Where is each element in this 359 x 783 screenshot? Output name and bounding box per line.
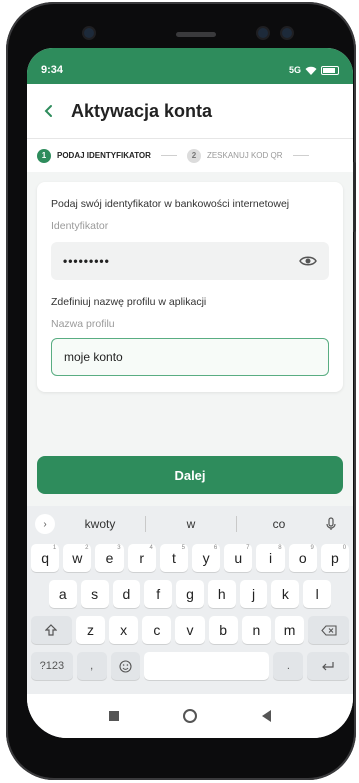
period-key[interactable]: .: [273, 652, 304, 680]
key[interactable]: p0: [320, 544, 350, 572]
status-icons: 5G: [289, 65, 339, 75]
profile-label: Nazwa profilu: [51, 318, 115, 330]
sensor-icon: [258, 28, 268, 38]
key[interactable]: e3: [95, 544, 124, 572]
identifier-input[interactable]: •••••••••: [51, 242, 329, 280]
sensor-icon-2: [282, 28, 292, 38]
identifier-intro: Podaj swój identyfikator w bankowości in…: [51, 198, 290, 210]
step-1-label: PODAJ IDENTYFIKATOR: [57, 151, 151, 160]
key[interactable]: v: [175, 616, 205, 644]
status-time: 9:34: [41, 64, 64, 76]
key[interactable]: c: [142, 616, 172, 644]
step-divider-2: [292, 155, 309, 156]
wifi-icon: [305, 66, 317, 75]
shift-icon: [45, 624, 58, 636]
suggestion-bar: › kwoty w co: [27, 510, 353, 538]
key[interactable]: d: [112, 580, 141, 608]
system-nav-bar: [27, 694, 353, 738]
key[interactable]: f: [144, 580, 173, 608]
chevron-right-icon[interactable]: ›: [35, 514, 55, 534]
suggestion-item[interactable]: kwoty: [55, 517, 145, 531]
form-card: Podaj swój identyfikator w bankowości in…: [37, 182, 343, 392]
recent-apps-icon[interactable]: [109, 711, 120, 721]
key-row-2: a s d f g h j k l: [27, 580, 353, 608]
suggestion-item[interactable]: w: [146, 517, 236, 531]
key[interactable]: y6: [192, 544, 221, 572]
key[interactable]: a: [48, 580, 77, 608]
key[interactable]: b: [208, 616, 238, 644]
keyboard: › kwoty w co q1 w2 e3 r4 t5 y 6 u 7 i 8 …: [27, 506, 353, 694]
step-divider: [160, 155, 177, 156]
signal-icon: 5G: [288, 65, 301, 75]
app-header: Aktywacja konta: [27, 84, 353, 138]
eye-icon[interactable]: [299, 255, 317, 267]
key-row-4: ?123 , .: [27, 652, 353, 680]
key[interactable]: q1: [31, 544, 60, 572]
identifier-label: Identyfikator: [51, 220, 109, 232]
key[interactable]: g: [176, 580, 204, 608]
page-title: Aktywacja konta: [71, 100, 213, 121]
key-row-3: z x c v b n m: [27, 616, 353, 644]
profile-intro: Zdefiniuj nazwę profilu w aplikacji: [51, 296, 207, 308]
step-1-number: 1: [37, 148, 51, 163]
key-spacer: [31, 580, 45, 608]
speaker-grille: [176, 32, 216, 37]
step-2-number: 2: [186, 148, 201, 163]
phone-screen: 9:34 5G Aktywacja konta 1 PODAJ IDENTYFI…: [27, 48, 353, 738]
status-bar: 9:34 5G: [27, 48, 353, 84]
comma-key[interactable]: ,: [76, 652, 107, 680]
profile-name-value: moje konto: [64, 350, 123, 364]
enter-icon: [322, 662, 334, 671]
shift-key[interactable]: [31, 616, 72, 644]
symbols-key[interactable]: ?123: [31, 652, 73, 680]
key[interactable]: i8: [256, 544, 285, 572]
microphone-icon[interactable]: [321, 517, 341, 531]
key[interactable]: u7: [224, 544, 253, 572]
key[interactable]: z: [75, 616, 106, 644]
stepper: 1 PODAJ IDENTYFIKATOR 2 ZESKANUJ KOD QR: [27, 138, 353, 172]
enter-key[interactable]: [307, 652, 349, 680]
key[interactable]: n: [241, 616, 271, 644]
backspace-key[interactable]: [308, 616, 350, 644]
step-2-label: ZESKANUJ KOD QR: [206, 151, 283, 160]
key-spacer: [335, 580, 349, 608]
key[interactable]: x: [109, 616, 139, 644]
key[interactable]: w2: [63, 544, 92, 572]
profile-name-input[interactable]: moje konto: [51, 338, 329, 376]
back-icon[interactable]: [261, 710, 271, 722]
emoji-key[interactable]: [110, 652, 141, 680]
key[interactable]: j: [239, 580, 268, 608]
key[interactable]: s: [80, 580, 109, 608]
space-key[interactable]: [144, 652, 270, 680]
phone-frame: 9:34 5G Aktywacja konta 1 PODAJ IDENTYFI…: [6, 2, 356, 780]
key[interactable]: o9: [288, 544, 317, 572]
key-row-1: q1 w2 e3 r4 t5 y6 u7 i8 o9 p0: [27, 544, 353, 572]
back-button[interactable]: [37, 99, 61, 123]
next-button[interactable]: Dalej: [37, 456, 343, 494]
key[interactable]: k: [271, 580, 300, 608]
front-camera-icon: [84, 28, 94, 38]
key[interactable]: l: [303, 580, 332, 608]
home-icon[interactable]: [183, 709, 198, 723]
key[interactable]: r4: [127, 544, 156, 572]
identifier-value: •••••••••: [63, 254, 110, 268]
battery-icon: [321, 65, 339, 75]
emoji-icon: [119, 659, 132, 673]
key[interactable]: h: [207, 580, 236, 608]
key[interactable]: m: [274, 616, 305, 644]
backspace-icon: [320, 624, 337, 636]
key[interactable]: t5: [159, 544, 189, 572]
suggestion-item[interactable]: co: [237, 517, 321, 531]
chevron-left-icon: [44, 105, 52, 117]
